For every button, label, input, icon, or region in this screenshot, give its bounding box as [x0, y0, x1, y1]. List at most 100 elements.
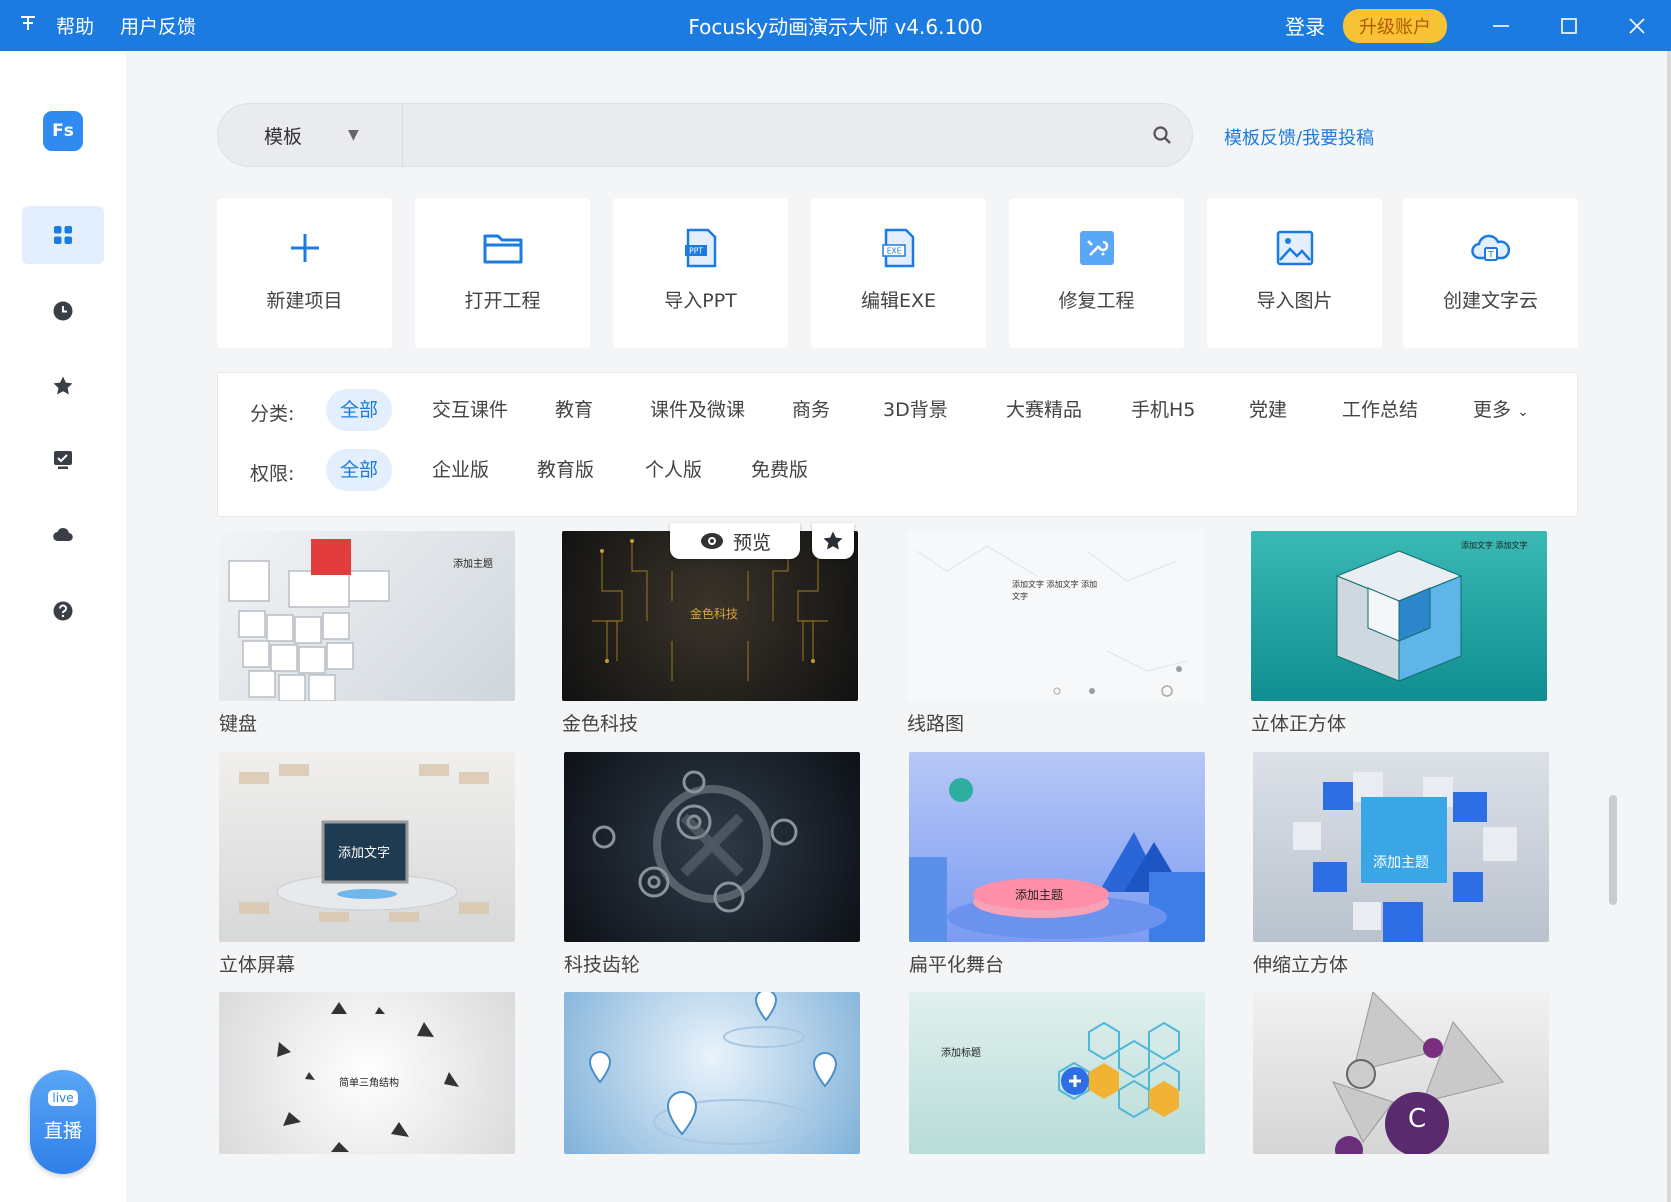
sidebar-item-help[interactable] — [22, 582, 104, 640]
template-card-keyboard[interactable]: 添加主题 键盘 — [219, 531, 515, 735]
template-thumbnail: 简单三角结构 — [219, 992, 515, 1154]
sidebar-item-tasks[interactable] — [22, 431, 104, 489]
card-label: 编辑EXE — [860, 290, 937, 312]
category-chip-courseware[interactable]: 课件及微课 — [636, 389, 759, 431]
template-card-stretch-cube[interactable]: 添加主题 伸缩立方体 — [1253, 752, 1549, 976]
template-card-3d-cube[interactable]: 添加文字 添加文字 立体正方体 — [1251, 531, 1547, 735]
sidebar-item-recent[interactable] — [22, 282, 104, 340]
caret-down-icon: ▼ — [348, 127, 359, 143]
category-chip-contest[interactable]: 大赛精品 — [992, 389, 1096, 431]
card-label: 打开工程 — [464, 290, 541, 312]
card-label: 导入图片 — [1256, 290, 1333, 312]
window-edge — [1667, 51, 1671, 1202]
category-chip-business[interactable]: 商务 — [778, 389, 844, 431]
permission-chip-education[interactable]: 教育版 — [523, 449, 608, 491]
template-thumbnail: 添加主题 — [1253, 752, 1549, 942]
close-button[interactable] — [1603, 0, 1671, 51]
card-label: 新建项目 — [266, 290, 343, 312]
search-bar: 模板 ▼ — [217, 103, 1193, 167]
svg-text:T: T — [1487, 251, 1494, 261]
repair-project-card[interactable]: 修复工程 — [1009, 198, 1184, 348]
template-name: 键盘 — [219, 713, 258, 735]
permission-chip-all[interactable]: 全部 — [326, 449, 393, 491]
preview-button[interactable]: 预览 — [670, 523, 800, 559]
new-project-card[interactable]: 新建项目 — [217, 198, 392, 348]
category-chip-party[interactable]: 党建 — [1235, 389, 1301, 431]
category-chip-3d-background[interactable]: 3D背景 — [869, 389, 962, 431]
create-word-cloud-card[interactable]: T 创建文字云 — [1403, 198, 1578, 348]
template-thumbnail — [564, 992, 860, 1154]
category-label: 分类: — [250, 403, 295, 425]
template-name: 线路图 — [907, 713, 965, 735]
clock-icon — [53, 301, 73, 321]
thumbnail-caption: 添加文字 添加文字 — [1461, 541, 1528, 550]
sidebar-item-cloud[interactable] — [22, 506, 104, 564]
template-thumbnail: 添加文字 添加文字 添加文字 — [907, 531, 1203, 701]
template-card-tech-gears[interactable]: 科技齿轮 — [564, 752, 860, 976]
content-scrollbar[interactable] — [1609, 795, 1617, 905]
grid-icon — [54, 226, 72, 244]
template-feedback-link[interactable]: 模板反馈/我要投稿 — [1224, 124, 1374, 150]
minimize-button[interactable] — [1467, 0, 1535, 51]
star-icon — [823, 531, 843, 550]
image-icon — [1276, 230, 1313, 266]
open-project-card[interactable]: 打开工程 — [415, 198, 590, 348]
template-thumbnail: 添加主题 — [909, 752, 1205, 942]
permission-row: 权限: 全部 企业版 教育版 个人版 免费版 — [218, 449, 1577, 493]
login-button[interactable]: 登录 — [1285, 11, 1325, 40]
template-card-map-pins[interactable] — [564, 992, 860, 1154]
app-logo: Fs — [43, 111, 83, 151]
search-input[interactable] — [403, 104, 1132, 166]
template-card-flat-stage[interactable]: 添加主题 扁平化舞台 — [909, 752, 1205, 976]
help-menu[interactable]: 帮助 — [56, 12, 94, 39]
filter-panel: 分类: 全部 交互课件 教育 课件及微课 商务 3D背景 大赛精品 手机H5 党… — [217, 372, 1578, 517]
chevron-down-icon: ⌄ — [1517, 404, 1529, 420]
template-card-hexagon[interactable]: 添加标题 — [909, 992, 1205, 1154]
plus-icon — [290, 234, 319, 262]
pin-icon[interactable] — [0, 13, 56, 38]
thumbnail-caption: 添加主题 — [453, 559, 493, 570]
category-chip-interactive[interactable]: 交互课件 — [418, 389, 522, 431]
sidebar-item-templates[interactable] — [22, 206, 104, 264]
category-chip-all[interactable]: 全部 — [326, 389, 393, 431]
checklist-icon — [54, 451, 72, 469]
template-thumbnail — [564, 752, 860, 942]
thumbnail-caption: 添加主题 — [1015, 888, 1064, 902]
category-row: 分类: 全部 交互课件 教育 课件及微课 商务 3D背景 大赛精品 手机H5 党… — [218, 389, 1577, 433]
upgrade-account-button[interactable]: 升级账户 — [1343, 8, 1447, 43]
word-cloud-icon: T — [1470, 234, 1510, 261]
favorite-button[interactable] — [812, 523, 854, 559]
template-card-molecule[interactable]: C — [1253, 992, 1549, 1154]
feedback-menu[interactable]: 用户反馈 — [120, 12, 196, 39]
edit-exe-card[interactable]: EXE 编辑EXE — [811, 198, 986, 348]
star-icon — [53, 376, 73, 395]
template-name: 立体屏幕 — [219, 954, 296, 976]
live-stream-button[interactable]: live 直播 — [30, 1070, 96, 1174]
template-card-3d-screen[interactable]: 添加文字 立体屏幕 — [219, 752, 515, 976]
thumbnail-caption: 添加标题 — [941, 1048, 981, 1059]
template-name: 科技齿轮 — [564, 954, 641, 976]
card-label: 修复工程 — [1058, 290, 1135, 312]
folder-icon — [483, 234, 522, 264]
permission-chip-free[interactable]: 免费版 — [737, 449, 822, 491]
template-thumbnail: 添加标题 — [909, 992, 1205, 1154]
import-image-card[interactable]: 导入图片 — [1207, 198, 1382, 348]
more-label: 更多 — [1473, 399, 1512, 421]
search-type-label: 模板 — [264, 125, 303, 148]
help-icon — [53, 601, 73, 621]
search-type-dropdown[interactable]: 模板 ▼ — [218, 104, 403, 166]
category-chip-more[interactable]: 更多 ⌄ — [1459, 389, 1543, 431]
permission-chip-enterprise[interactable]: 企业版 — [418, 449, 503, 491]
search-icon[interactable] — [1132, 125, 1192, 145]
template-card-triangle-structure[interactable]: 简单三角结构 — [219, 992, 515, 1154]
maximize-button[interactable] — [1535, 0, 1603, 51]
template-thumbnail: C — [1253, 992, 1549, 1154]
category-chip-work-summary[interactable]: 工作总结 — [1328, 389, 1432, 431]
sidebar-item-favorites[interactable] — [22, 357, 104, 415]
permission-chip-personal[interactable]: 个人版 — [631, 449, 716, 491]
category-chip-mobile-h5[interactable]: 手机H5 — [1117, 389, 1209, 431]
import-ppt-card[interactable]: PPT 导入PPT — [613, 198, 788, 348]
live-tag: live — [48, 1090, 78, 1106]
category-chip-education[interactable]: 教育 — [541, 389, 607, 431]
template-card-circuit-map[interactable]: 添加文字 添加文字 添加文字 线路图 — [907, 531, 1203, 735]
